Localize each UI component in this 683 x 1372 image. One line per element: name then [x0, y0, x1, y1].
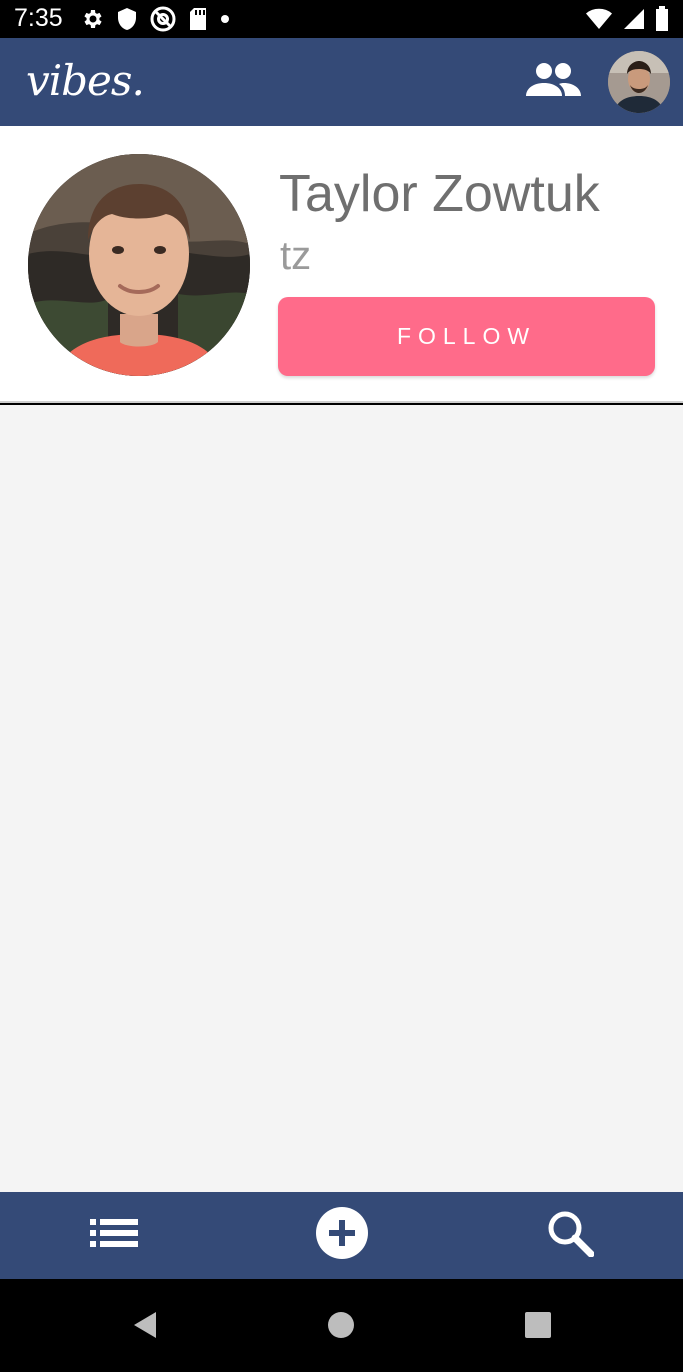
- at-sign-icon: [150, 6, 176, 32]
- status-time: 7:35: [14, 4, 63, 32]
- signal-icon: [623, 8, 645, 30]
- nav-add-button[interactable]: [306, 1192, 378, 1279]
- sd-card-icon: [188, 7, 208, 31]
- app-bar: vibes.: [0, 38, 683, 126]
- status-bar: 7:35: [0, 0, 683, 38]
- profile-card: Taylor Zowtuk tz FOLLOW: [0, 126, 683, 403]
- list-icon: [90, 1218, 138, 1253]
- battery-icon: [655, 6, 669, 32]
- user-avatar[interactable]: [608, 51, 670, 113]
- back-button[interactable]: [124, 1307, 164, 1347]
- gear-icon: [80, 7, 104, 31]
- profile-photo: [28, 154, 250, 376]
- dot-icon: [220, 14, 230, 24]
- search-icon: [546, 1209, 595, 1262]
- add-circle-icon: [316, 1207, 368, 1264]
- nav-feed-button[interactable]: [78, 1192, 150, 1279]
- system-nav-bar: [0, 1279, 683, 1372]
- back-icon: [130, 1310, 158, 1345]
- follow-button[interactable]: FOLLOW: [278, 297, 655, 376]
- status-icons-left: [80, 6, 230, 32]
- bottom-nav: [0, 1192, 683, 1279]
- shield-icon: [116, 7, 138, 31]
- profile-name: Taylor Zowtuk: [279, 165, 600, 223]
- recents-button[interactable]: [518, 1307, 558, 1347]
- wifi-icon: [585, 8, 613, 30]
- friends-button[interactable]: [522, 60, 584, 104]
- home-icon: [327, 1311, 355, 1344]
- home-button[interactable]: [321, 1307, 361, 1347]
- profile-username: tz: [280, 234, 312, 278]
- app-logo[interactable]: vibes.: [26, 56, 145, 105]
- status-icons-right: [585, 6, 669, 32]
- content-area: [0, 405, 683, 1192]
- people-icon: [524, 62, 582, 103]
- nav-search-button[interactable]: [534, 1192, 606, 1279]
- recents-icon: [524, 1311, 552, 1344]
